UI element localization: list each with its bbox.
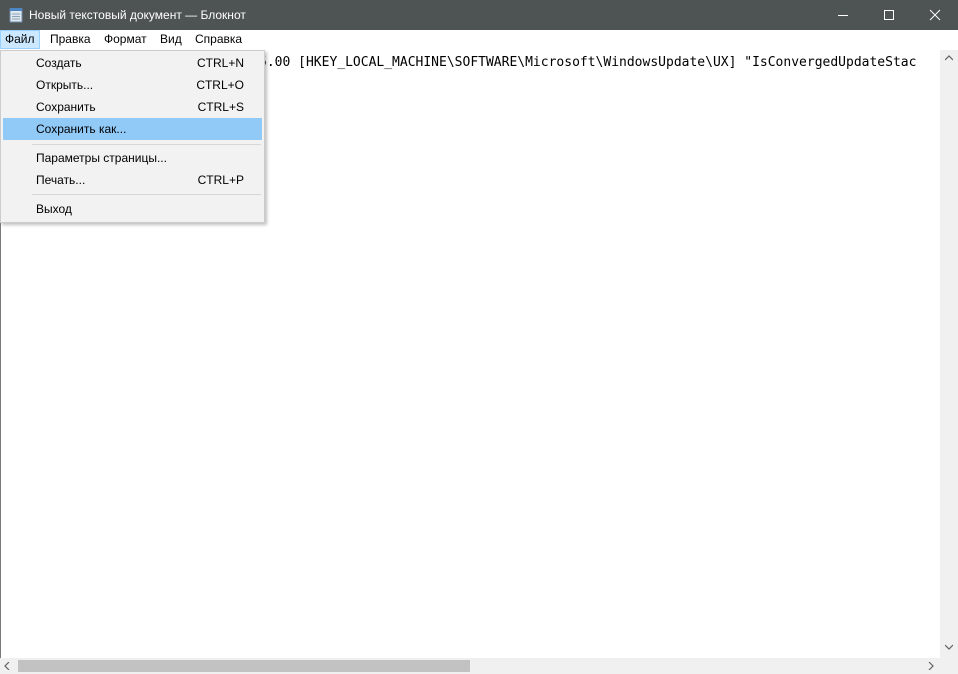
menu-item-exit[interactable]: Выход bbox=[3, 198, 262, 220]
window-title: Новый текстовый документ — Блокнот bbox=[29, 8, 246, 22]
file-menu-dropdown: Создать CTRL+N Открыть... CTRL+O Сохрани… bbox=[0, 50, 265, 223]
menu-item-open[interactable]: Открыть... CTRL+O bbox=[3, 74, 262, 96]
close-button[interactable] bbox=[912, 0, 958, 30]
menu-item-label: Печать... bbox=[36, 173, 86, 187]
menu-item-shortcut: CTRL+S bbox=[197, 100, 244, 114]
menu-item-label: Выход bbox=[36, 202, 72, 216]
menu-item-save-as[interactable]: Сохранить как... bbox=[3, 118, 262, 140]
menu-item-label: Сохранить bbox=[36, 100, 96, 114]
menu-file[interactable]: Файл bbox=[0, 30, 40, 49]
menu-item-new[interactable]: Создать CTRL+N bbox=[3, 52, 262, 74]
scroll-down-icon[interactable] bbox=[945, 644, 953, 650]
menu-edit[interactable]: Правка bbox=[45, 30, 96, 49]
menu-item-shortcut: CTRL+P bbox=[197, 173, 244, 187]
menu-separator bbox=[32, 144, 261, 145]
menu-item-page-setup[interactable]: Параметры страницы... bbox=[3, 147, 262, 169]
menu-item-label: Открыть... bbox=[36, 78, 94, 92]
menu-bar: Файл Правка Формат Вид Справка bbox=[0, 30, 958, 51]
scroll-right-icon[interactable] bbox=[928, 662, 934, 670]
menu-item-label: Параметры страницы... bbox=[36, 151, 167, 165]
horizontal-scroll-thumb[interactable] bbox=[18, 660, 470, 672]
scroll-up-icon[interactable] bbox=[945, 55, 953, 61]
scrollbar-corner bbox=[940, 658, 958, 674]
notepad-icon bbox=[9, 7, 23, 23]
maximize-button[interactable] bbox=[866, 0, 912, 30]
menu-item-save[interactable]: Сохранить CTRL+S bbox=[3, 96, 262, 118]
title-bar[interactable]: Новый текстовый документ — Блокнот bbox=[0, 0, 958, 30]
menu-view[interactable]: Вид bbox=[155, 30, 187, 49]
minimize-button[interactable] bbox=[820, 0, 866, 30]
menu-format[interactable]: Формат bbox=[99, 30, 152, 49]
menu-separator bbox=[32, 194, 261, 195]
maximize-icon bbox=[884, 10, 894, 20]
menu-item-label: Создать bbox=[36, 56, 82, 70]
horizontal-scrollbar[interactable] bbox=[0, 658, 940, 674]
editor-text: 5.00 [HKEY_LOCAL_MACHINE\SOFTWARE\Micros… bbox=[259, 55, 917, 70]
close-icon bbox=[929, 9, 941, 21]
menu-item-label: Сохранить как... bbox=[36, 122, 127, 136]
menu-item-print[interactable]: Печать... CTRL+P bbox=[3, 169, 262, 191]
menu-item-shortcut: CTRL+N bbox=[196, 56, 244, 70]
menu-help[interactable]: Справка bbox=[190, 30, 247, 49]
minimize-icon bbox=[838, 15, 848, 16]
vertical-scrollbar[interactable] bbox=[940, 50, 958, 658]
scroll-left-icon[interactable] bbox=[4, 662, 10, 670]
menu-item-shortcut: CTRL+O bbox=[196, 78, 244, 92]
